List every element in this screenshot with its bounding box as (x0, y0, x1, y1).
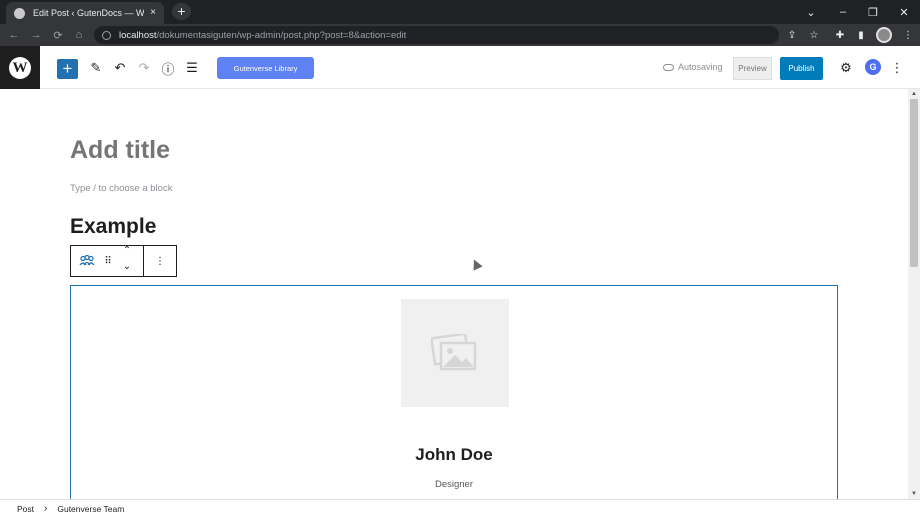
heading-block[interactable]: Example (70, 215, 156, 239)
block-breadcrumb: Post › Gutenverse Team (0, 499, 920, 517)
tab-title: Edit Post ‹ GutenDocs — WordPress (33, 8, 145, 18)
scroll-up-icon[interactable]: ▲ (908, 89, 920, 99)
home-icon[interactable]: ⌂ (69, 24, 89, 46)
block-toolbar: ⠿ ⌃ ⌄ ⋮ (70, 245, 177, 277)
canvas-scrollbar[interactable]: ▲ ▼ (908, 89, 920, 499)
move-down-icon[interactable]: ⌄ (119, 258, 135, 274)
minimize-button[interactable]: – (828, 0, 858, 24)
gutenverse-team-block[interactable]: John Doe Designer (70, 285, 838, 499)
undo-icon[interactable]: ↶ (110, 58, 130, 78)
gear-icon[interactable]: ⚙ (836, 58, 856, 78)
extensions-icon[interactable]: ✚ (831, 24, 849, 46)
member-name[interactable]: John Doe (71, 445, 837, 465)
member-job[interactable]: Designer (71, 479, 837, 490)
editor-header: W + ✎ ↶ ↷ ⓘ ☰ Gutenverse Library Autosav… (0, 46, 920, 89)
profile-avatar[interactable] (876, 27, 892, 43)
browser-toolbar: ← → ⟳ ⌂ localhost/dokumentasiguten/wp-ad… (0, 24, 920, 46)
gutenverse-library-button[interactable]: Gutenverse Library (217, 57, 314, 79)
image-placeholder-icon (431, 334, 477, 371)
breadcrumb-separator: › (44, 503, 48, 514)
cloud-icon (663, 63, 674, 71)
autosave-label: Autosaving (678, 62, 723, 72)
browser-tab[interactable]: Edit Post ‹ GutenDocs — WordPress × (6, 2, 164, 24)
drag-handle-icon[interactable]: ⠿ (101, 246, 115, 276)
url-host: localhost (119, 29, 157, 41)
list-view-icon[interactable]: ☰ (182, 58, 202, 78)
url-text: localhost/dokumentasiguten/wp-admin/post… (119, 30, 406, 41)
add-block-button[interactable]: + (57, 59, 78, 79)
forward-icon[interactable]: → (26, 24, 46, 46)
bookmark-star-icon[interactable]: ☆ (805, 24, 823, 46)
preview-button[interactable]: Preview (733, 57, 772, 80)
reload-icon[interactable]: ⟳ (48, 24, 68, 46)
toolbar-divider (143, 246, 144, 276)
browser-titlebar: Edit Post ‹ GutenDocs — WordPress × + ⌄ … (0, 0, 920, 24)
address-bar[interactable]: localhost/dokumentasiguten/wp-admin/post… (94, 26, 779, 44)
restore-button[interactable]: ❐ (858, 0, 888, 24)
url-path: /dokumentasiguten/wp-admin/post.php?post… (156, 29, 407, 41)
breadcrumb-post[interactable]: Post (17, 504, 34, 514)
wordpress-favicon-icon (14, 7, 25, 19)
breadcrumb-team[interactable]: Gutenverse Team (57, 504, 124, 514)
share-icon[interactable]: ⇪ (783, 24, 801, 46)
wordpress-icon: W (9, 56, 31, 79)
close-window-button[interactable]: ✕ (889, 0, 919, 24)
publish-button[interactable]: Publish (780, 57, 823, 80)
plugin-g-icon[interactable]: G (865, 59, 881, 75)
block-options-icon[interactable]: ⋮ (149, 246, 171, 276)
pencil-icon[interactable]: ✎ (86, 58, 106, 78)
browser-window: Edit Post ‹ GutenDocs — WordPress × + ⌄ … (0, 0, 920, 517)
post-title-input[interactable]: Add title (70, 136, 170, 165)
scroll-down-icon[interactable]: ▼ (908, 489, 920, 499)
info-icon[interactable]: ⓘ (158, 58, 178, 78)
autosave-status: Autosaving (663, 62, 723, 72)
back-icon[interactable]: ← (4, 24, 24, 46)
sidebar-icon[interactable]: ▮ (852, 24, 870, 46)
redo-icon[interactable]: ↷ (134, 58, 154, 78)
tab-close-icon[interactable]: × (150, 8, 156, 18)
editor-canvas: Add title Type / to choose a block Examp… (0, 89, 908, 499)
mouse-cursor (469, 257, 483, 271)
scrollbar-thumb[interactable] (910, 99, 918, 267)
team-people-svg (79, 255, 95, 266)
new-tab-button[interactable]: + (172, 3, 191, 20)
site-info-icon[interactable] (102, 30, 111, 40)
block-appender[interactable]: Type / to choose a block (70, 183, 172, 194)
tab-search-icon[interactable]: ⌄ (796, 0, 826, 24)
member-photo-placeholder[interactable] (401, 299, 509, 407)
move-up-icon[interactable]: ⌃ (119, 240, 135, 260)
options-menu-icon[interactable]: ⋮ (887, 58, 907, 78)
browser-menu-icon[interactable]: ⋮ (899, 24, 917, 46)
wordpress-logo[interactable]: W (0, 46, 40, 89)
team-block-icon[interactable] (75, 246, 99, 276)
